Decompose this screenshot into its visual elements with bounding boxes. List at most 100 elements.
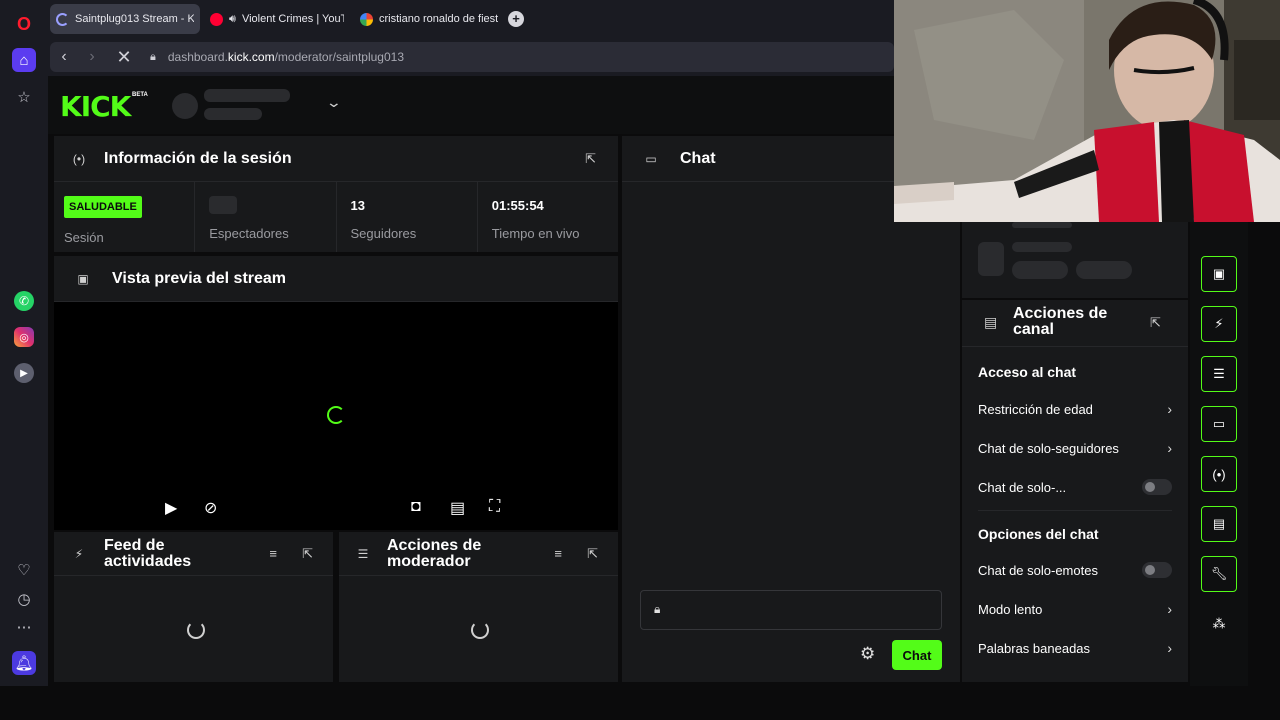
instagram-icon[interactable]: ◎	[14, 327, 34, 347]
mute-icon[interactable]: ⊘	[204, 498, 217, 518]
row-label: Modo lento	[978, 601, 1043, 617]
filter-icon[interactable]: ≡	[269, 546, 277, 561]
chat-tool-icon[interactable]: ▭	[1201, 406, 1237, 442]
bolt-icon: ⚡︎	[74, 546, 84, 561]
history-icon[interactable]: ◷	[12, 587, 36, 611]
chevron-down-icon[interactable]: ⌄	[326, 94, 342, 111]
loading-spinner-icon	[471, 621, 489, 639]
stream-preview-tool-icon[interactable]: ▣	[1201, 256, 1237, 292]
chevron-right-icon: ›	[1167, 401, 1172, 417]
popout-icon[interactable]: ⇱	[1150, 315, 1161, 331]
tab-google[interactable]: cristiano ronaldo de fiesta	[354, 4, 504, 34]
row-label: Palabras baneadas	[978, 640, 1091, 656]
opera-logo-icon[interactable]: O	[12, 12, 36, 36]
chat-input[interactable]: 🔒︎	[640, 590, 942, 630]
tab-label: cristiano ronaldo de fiesta	[379, 13, 498, 25]
avatar[interactable]	[172, 93, 198, 119]
popout-icon[interactable]: ⇱	[587, 546, 598, 562]
chevron-right-icon: ›	[1167, 640, 1172, 656]
panel-title: Feed de actividades	[104, 536, 192, 570]
stop-loading-icon[interactable]: ✕	[110, 47, 138, 68]
url-text[interactable]: dashboard.kick.com/moderator/saintplug01…	[168, 50, 404, 64]
home-icon[interactable]: ⌂	[12, 48, 36, 72]
stat-label: Sesión	[64, 230, 104, 245]
session-info-panel: (•) Información de la sesión ⇱ SALUDABLE…	[54, 136, 618, 252]
moderator-actions-panel: ☰ Acciones de moderador ≡ ⇱	[339, 532, 618, 682]
age-restriction-row[interactable]: Restricción de edad ›	[978, 399, 1172, 419]
webcam-overlay	[894, 0, 1280, 222]
forward-icon[interactable]: ›	[78, 48, 106, 66]
panel-title: Información de la sesión	[104, 149, 292, 167]
gear-icon[interactable]: ⚙	[860, 644, 875, 664]
session-info-tool-icon[interactable]: (•)	[1201, 456, 1237, 492]
music-player-icon[interactable]: ▶	[14, 363, 34, 383]
more-widgets-icon[interactable]: ⁂	[1201, 606, 1237, 642]
picture-in-picture-icon[interactable]: ◘	[411, 498, 421, 516]
fullscreen-icon[interactable]: ⛶	[489, 498, 500, 516]
viewers-skeleton	[209, 196, 238, 214]
tab-bar: Saintplug013 Stream - Kic 🔊︎ Violent Cri…	[48, 0, 894, 38]
new-tab-button[interactable]: +	[508, 11, 524, 27]
slow-mode-row[interactable]: Modo lento ›	[978, 599, 1172, 619]
more-icon[interactable]: ⋯	[12, 615, 36, 639]
stat-label: Seguidores	[350, 226, 417, 241]
webcam-image	[894, 0, 1280, 222]
channel-actions-tool-icon[interactable]: ▤	[1201, 506, 1237, 542]
right-column: ▤ Acciones de canal ⇱ Acceso al chat Rest…	[962, 222, 1188, 682]
popout-icon[interactable]: ⇱	[302, 546, 313, 562]
section-title: Acceso al chat	[978, 364, 1077, 380]
preview-icon: ▣	[77, 271, 89, 286]
subs-only-row: Chat de solo-...	[978, 477, 1172, 497]
play-icon[interactable]: ▶	[165, 498, 177, 518]
tab-kick[interactable]: Saintplug013 Stream - Kic	[50, 4, 200, 34]
panel-title: Vista previa del stream	[112, 269, 287, 287]
list-icon: ☰	[357, 546, 369, 561]
kick-logo[interactable]: KICK	[60, 90, 131, 123]
address-bar[interactable]: ‹ › ✕ 🔒︎ dashboard.kick.com/moderator/sa…	[50, 42, 894, 72]
mod-actions-tool-icon[interactable]: ☰	[1201, 356, 1237, 392]
followers-only-row[interactable]: Chat de solo-seguidores ›	[978, 438, 1172, 458]
heart-icon[interactable]: ♡	[12, 558, 36, 582]
banned-words-row[interactable]: Palabras baneadas ›	[978, 638, 1172, 658]
filter-icon[interactable]: ≡	[554, 546, 562, 561]
tab-youtube[interactable]: 🔊︎ Violent Crimes | YouTu	[204, 4, 350, 34]
loading-spinner-icon	[327, 406, 345, 424]
theater-mode-icon[interactable]: ▤	[450, 498, 465, 518]
kick-header: KICK BETA ⌄	[48, 76, 894, 134]
tab-label: Saintplug013 Stream - Kic	[75, 13, 194, 25]
row-label: Restricción de edad	[978, 401, 1093, 417]
lock-icon[interactable]: 🔒︎	[150, 51, 156, 64]
google-icon	[360, 12, 373, 26]
activity-feed-header: ⚡︎ Feed de actividades ≡ ⇱	[54, 532, 333, 576]
chevron-right-icon: ›	[1167, 601, 1172, 617]
loading-spinner-icon	[187, 621, 205, 639]
channel-sub-skeleton	[204, 108, 262, 120]
send-chat-button[interactable]: Chat	[892, 640, 942, 670]
notification-icon[interactable]: 🔔︎	[12, 651, 36, 675]
youtube-icon	[210, 12, 223, 26]
emotes-only-row: Chat de solo-emotes	[978, 560, 1172, 580]
whatsapp-icon[interactable]: ✆	[14, 291, 34, 311]
stat-label: Espectadores	[209, 226, 289, 241]
back-icon[interactable]: ‹	[50, 48, 78, 66]
browser-sidebar: O ⌂ ☆ ✆ ◎ ▶ ♡ ◷ ⋯ 🔔︎	[0, 0, 48, 686]
skeleton-line	[1012, 222, 1072, 228]
star-icon[interactable]: ☆	[12, 85, 36, 109]
stat-value: 13	[350, 198, 365, 213]
activity-feed-tool-icon[interactable]: ⚡︎	[1201, 306, 1237, 342]
subs-only-toggle[interactable]	[1142, 479, 1172, 495]
chat-icon: ▭	[645, 151, 657, 166]
speaker-icon[interactable]: 🔊︎	[229, 13, 236, 26]
stat-viewers: Espectadores	[195, 182, 337, 252]
popout-icon[interactable]: ⇱	[585, 151, 596, 167]
skeleton-pill	[1076, 261, 1132, 279]
session-info-header: (•) Información de la sesión ⇱	[54, 136, 618, 182]
lock-icon: 🔒︎	[654, 602, 661, 616]
emotes-only-toggle[interactable]	[1142, 562, 1172, 578]
wrench-icon[interactable]: 🔧︎	[1201, 556, 1237, 592]
activity-feed-panel: ⚡︎ Feed de actividades ≡ ⇱	[54, 532, 333, 682]
loading-icon	[56, 12, 69, 26]
broadcast-icon: (•)	[72, 151, 86, 166]
tool-rail: ▣ ⚡︎ ☰ ▭ (•) ▤ 🔧︎ ⁂	[1190, 222, 1248, 686]
skeleton-pill	[1012, 261, 1068, 279]
